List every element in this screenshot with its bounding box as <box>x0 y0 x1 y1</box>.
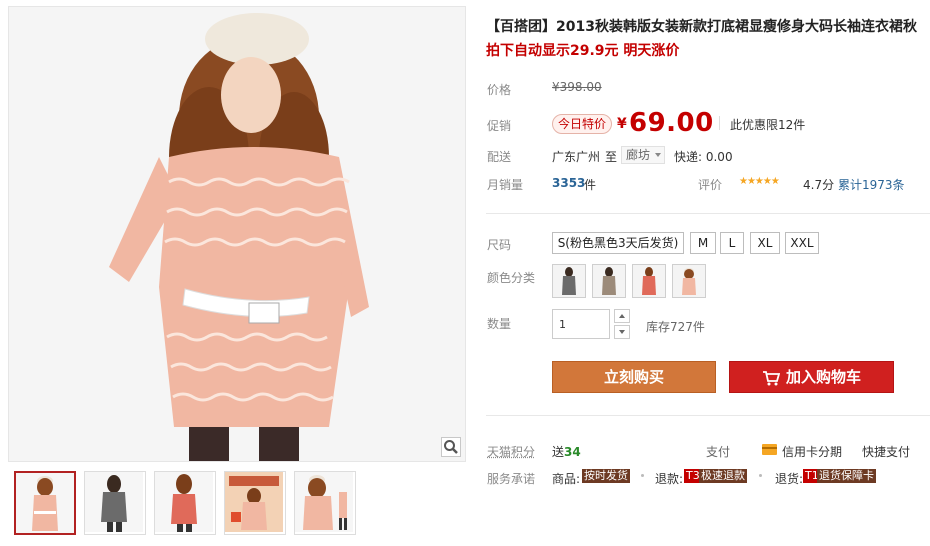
add-to-cart-label: 加入购物车 <box>786 368 862 386</box>
return-label: 退货: <box>775 472 804 486</box>
destination-select[interactable]: 廊坊 <box>621 146 665 164</box>
price-label: 价格 <box>487 83 512 97</box>
shipping-label: 配送 <box>487 150 512 164</box>
chevron-down-icon <box>619 330 625 334</box>
goods-label: 商品: <box>552 472 581 486</box>
today-special-badge: 今日特价 <box>552 114 613 134</box>
color-swatch-taupe[interactable] <box>592 264 626 298</box>
size-option-m[interactable]: M <box>690 232 716 254</box>
separator-dot <box>641 474 644 477</box>
fast-refund-tag[interactable]: 极速退款 <box>699 469 747 483</box>
original-price-value: 398.00 <box>559 80 602 94</box>
shipping-fee: 快递: 0.00 <box>674 150 733 164</box>
model-photo <box>9 7 465 461</box>
rating-score: 4.7分 <box>803 178 835 192</box>
original-price: ¥398.00 <box>552 80 602 94</box>
star-rating-icon: ★★★★★ <box>739 176 780 187</box>
on-time-ship-tag[interactable]: 按时发货 <box>582 469 630 483</box>
thumbnail-5[interactable] <box>294 471 356 535</box>
quantity-increase-button[interactable] <box>614 309 630 323</box>
chevron-up-icon <box>619 314 625 318</box>
thumbnail-2[interactable] <box>84 471 146 535</box>
total-reviews-link[interactable]: 累计1973条 <box>838 176 905 193</box>
product-title: 【百搭团】2013秋装韩版女装新款打底裙显瘦修身大码长袖连衣裙秋 <box>486 19 917 35</box>
thumbnail-4[interactable] <box>224 471 286 535</box>
promo-currency: ¥ <box>617 116 627 132</box>
buy-now-button[interactable]: 立刻购买 <box>552 361 716 393</box>
promo-subtitle: 拍下自动显示29.9元 明天涨价 <box>486 43 680 59</box>
size-option-l[interactable]: L <box>720 232 744 254</box>
monthly-sales-count: 3353 <box>552 176 586 190</box>
add-to-cart-button[interactable]: 加入购物车 <box>729 361 894 393</box>
promo-label: 促销 <box>487 119 512 133</box>
monthly-sales-unit: 件 <box>584 178 597 192</box>
tmall-points-label[interactable]: 天猫积分 <box>487 443 535 460</box>
size-option-xxl[interactable]: XXL <box>785 232 819 254</box>
quantity-decrease-button[interactable] <box>614 325 630 339</box>
size-label: 尺码 <box>487 238 512 252</box>
shipping-origin: 广东广州 <box>552 150 601 164</box>
points-number: 34 <box>564 445 581 459</box>
main-product-image[interactable] <box>8 6 466 462</box>
payment-label: 支付 <box>706 445 731 459</box>
cart-icon <box>763 371 780 386</box>
original-price-currency: ¥ <box>552 80 560 94</box>
quick-pay[interactable]: 快捷支付 <box>862 443 910 460</box>
color-swatch-coral[interactable] <box>632 264 666 298</box>
promo-limit: 此优惠限12件 <box>730 118 806 132</box>
credit-installment[interactable]: 信用卡分期 <box>782 443 842 460</box>
promo-price: 69.00 <box>629 108 714 138</box>
quantity-label: 数量 <box>487 317 512 331</box>
points-prefix: 送 <box>552 445 565 459</box>
refund-label: 退款: <box>655 472 684 486</box>
section-divider-1 <box>486 213 930 214</box>
color-swatch-pink[interactable] <box>672 264 706 298</box>
thumbnail-3[interactable] <box>154 471 216 535</box>
thumbnail-1[interactable] <box>14 471 76 535</box>
size-option-xl[interactable]: XL <box>750 232 780 254</box>
color-swatch-grey[interactable] <box>552 264 586 298</box>
section-divider-2 <box>486 415 930 416</box>
destination-value: 廊坊 <box>626 148 651 162</box>
thumbnail-strip <box>14 471 356 535</box>
credit-card-icon <box>762 444 777 455</box>
points-value: 送34 <box>552 443 581 460</box>
stock-count: 库存727件 <box>646 320 705 334</box>
separator-dot <box>759 474 762 477</box>
rating-label: 评价 <box>698 178 723 192</box>
return-guarantee-tag[interactable]: 退货保障卡 <box>817 469 876 483</box>
service-label: 服务承诺 <box>487 472 536 486</box>
chevron-down-icon <box>655 153 661 157</box>
size-option-s[interactable]: S(粉色黑色3天后发货) <box>552 232 684 254</box>
zoom-button[interactable] <box>441 437 461 457</box>
quantity-input[interactable]: 1 <box>552 309 610 339</box>
shipping-to: 至 <box>605 150 618 164</box>
monthly-sales-label: 月销量 <box>487 178 524 192</box>
price-divider <box>719 116 720 130</box>
color-label: 颜色分类 <box>487 271 536 285</box>
magnifier-icon <box>444 440 458 454</box>
